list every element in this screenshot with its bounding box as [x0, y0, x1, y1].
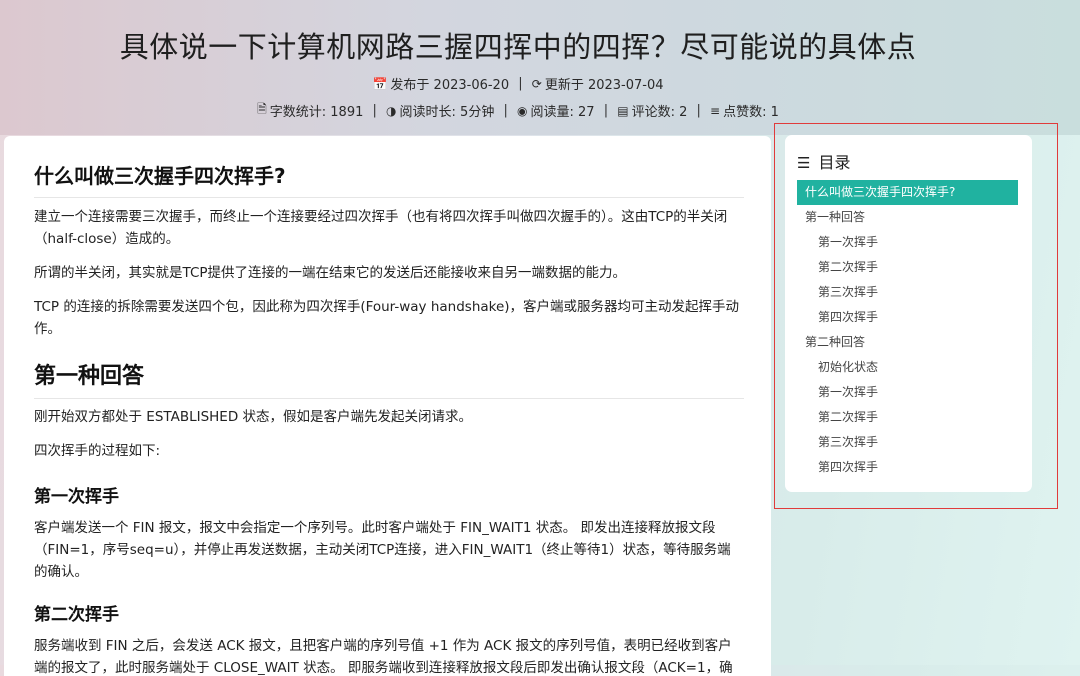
- comment-count: 评论数: 2: [631, 105, 688, 120]
- toc-item[interactable]: 第二次挥手: [797, 255, 1018, 280]
- toc-highlight-frame: ☰ 目录 什么叫做三次握手四次挥手? 第一种回答 第一次挥手 第二次挥手 第三次挥手 第四次…: [774, 123, 1058, 509]
- paragraph: 服务端收到 FIN 之后，会发送 ACK 报文，且把客户端的序列号值 +1 作为…: [34, 638, 733, 676]
- heading-what-is: 什么叫做三次握手四次挥手?: [34, 160, 744, 198]
- toc-item[interactable]: 第三次挥手: [797, 430, 1018, 455]
- meta-separator: |: [518, 76, 523, 91]
- like-count: 点赞数: 1: [723, 105, 779, 120]
- calendar-icon: 📅: [372, 76, 388, 91]
- published-date: 发布于 2023-06-20: [390, 78, 510, 93]
- paragraph: 四次挥手的过程如下:: [34, 443, 161, 459]
- toc-item[interactable]: 第二次挥手: [797, 405, 1018, 430]
- paragraph: TCP 的连接的拆除需要发送四个包，因此称为四次挥手(Four-way hand…: [34, 299, 740, 337]
- paragraph: 所谓的半关闭，其实就是TCP提供了连接的一端在结束它的发送后还能接收来自另一端数…: [34, 265, 627, 281]
- heading-first-answer: 第一种回答: [34, 358, 744, 399]
- clock-icon: ◑: [386, 103, 397, 118]
- meta-separator: |: [503, 103, 508, 118]
- updated-date: 更新于 2023-07-04: [544, 78, 664, 93]
- meta-separator: |: [372, 103, 377, 118]
- toc-item[interactable]: 什么叫做三次握手四次挥手?: [797, 180, 1018, 205]
- post-header: 具体说一下计算机网路三握四挥中的四挥？尽可能说的具体点 📅 发布于 2023-06…: [0, 0, 1080, 135]
- post-dates: 📅 发布于 2023-06-20 | ⟳ 更新于 2023-07-04: [0, 74, 1036, 93]
- paragraph: 刚开始双方都处于 ESTABLISHED 状态，假如是客户端先发起关闭请求。: [34, 409, 473, 425]
- heading-first-wave: 第一次挥手: [34, 487, 119, 507]
- toc-item[interactable]: 第一种回答: [797, 205, 1018, 230]
- word-count: 字数统计: 1891: [269, 105, 364, 120]
- refresh-icon: ⟳: [531, 76, 542, 91]
- article-card: 什么叫做三次握手四次挥手? 建立一个连接需要三次握手，而终止一个连接要经过四次挥…: [4, 136, 771, 676]
- document-icon: 🗎: [257, 102, 267, 116]
- toc-item[interactable]: 第三次挥手: [797, 280, 1018, 305]
- toc-item[interactable]: 第四次挥手: [797, 455, 1018, 480]
- toc-title: 目录: [818, 153, 851, 172]
- meta-separator: |: [603, 103, 609, 118]
- toc-header: ☰ 目录: [797, 149, 850, 173]
- menu-icon: ≡: [710, 103, 721, 118]
- comment-icon: ▤: [617, 103, 629, 118]
- table-of-contents: ☰ 目录 什么叫做三次握手四次挥手? 第一种回答 第一次挥手 第二次挥手 第三次挥手 第四次…: [785, 135, 1032, 492]
- meta-separator: |: [696, 103, 701, 118]
- post-stats: 🗎 字数统计: 1891 | ◑ 阅读时长: 5分钟 | ◉ 阅读量: 27 | ▤ 评…: [0, 100, 1036, 121]
- paragraph: 客户端发送一个 FIN 报文，报文中会指定一个序列号。此时客户端处于 FIN_W…: [34, 520, 731, 580]
- toc-item[interactable]: 初始化状态: [797, 355, 1018, 380]
- toc-item[interactable]: 第一次挥手: [797, 230, 1018, 255]
- toc-item[interactable]: 第二种回答: [797, 330, 1018, 355]
- heading-second-wave: 第二次挥手: [34, 605, 119, 625]
- paragraph: 建立一个连接需要三次握手，而终止一个连接要经过四次挥手（也有将四次挥手叫做四次握…: [34, 209, 728, 247]
- eye-icon: ◉: [517, 103, 528, 118]
- read-time: 阅读时长: 5分钟: [399, 105, 495, 120]
- toc-item[interactable]: 第一次挥手: [797, 380, 1018, 405]
- toc-item[interactable]: 第四次挥手: [797, 305, 1018, 330]
- list-icon: ☰: [797, 154, 811, 172]
- view-count: 阅读量: 27: [530, 105, 595, 120]
- page-title: 具体说一下计算机网路三握四挥中的四挥？尽可能说的具体点: [119, 30, 917, 64]
